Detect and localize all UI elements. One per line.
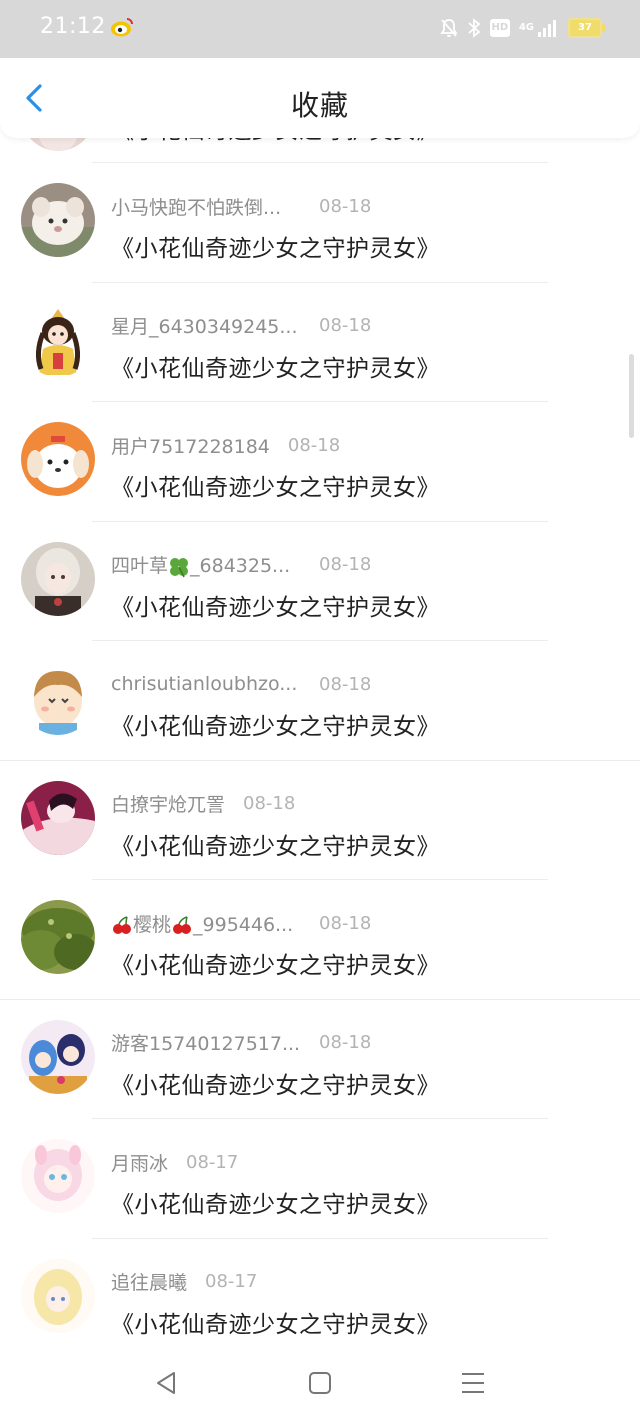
item-title: 《小花仙奇迹少女之守护灵女》: [111, 1192, 440, 1218]
item-date: 08-18: [319, 912, 372, 934]
user-name[interactable]: 小马快跑不怕跌倒...: [111, 193, 301, 220]
battery-level: 37: [578, 22, 592, 33]
avatar[interactable]: [21, 422, 95, 496]
cherry-icon: [113, 916, 131, 934]
item-title: 《小花仙奇迹少女之守护灵女》: [111, 714, 440, 740]
avatar[interactable]: [21, 1139, 95, 1213]
avatar[interactable]: [21, 302, 95, 377]
list-item[interactable]: 游客15740127517... 08-18 《小花仙奇迹少女之守护灵女》: [0, 1000, 640, 1119]
favorites-list: 《小花仙奇迹少女之守护灵女》 小马快跑不怕跌倒... 08-18 《小花仙奇迹少…: [0, 77, 640, 1359]
item-title: 《小花仙奇迹少女之守护灵女》: [111, 475, 440, 501]
user-name[interactable]: 樱桃 _995446...: [111, 910, 301, 937]
user-name[interactable]: 游客15740127517...: [111, 1029, 301, 1056]
item-date: 08-17: [205, 1271, 258, 1292]
item-title: 《小花仙奇迹少女之守护灵女》: [111, 594, 440, 621]
status-bar: 21:12 HD 4G 37: [0, 0, 640, 58]
list-item[interactable]: 四叶草 _684325... 08-18 《小花仙奇迹少女之守护灵女》: [0, 522, 640, 641]
item-date: 08-17: [186, 1151, 239, 1173]
bell-mute-icon: [440, 19, 458, 37]
four-leaf-clover-icon: [170, 557, 189, 577]
weibo-icon: [111, 18, 133, 37]
item-date: 08-18: [319, 315, 372, 336]
list-item[interactable]: 用户7517228184 08-18 《小花仙奇迹少女之守护灵女》: [0, 402, 640, 522]
list-item[interactable]: 追往晨曦 08-17 《小花仙奇迹少女之守护灵女》: [0, 1239, 640, 1359]
square-home-icon[interactable]: [305, 1368, 335, 1398]
scrollbar[interactable]: [629, 354, 634, 438]
item-date: 08-18: [319, 1032, 372, 1053]
bluetooth-icon: [468, 18, 481, 38]
item-title: 《小花仙奇迹少女之守护灵女》: [111, 1311, 440, 1338]
user-name[interactable]: 星月_6430349245...: [111, 312, 301, 339]
user-name[interactable]: 用户7517228184: [111, 432, 270, 459]
item-date: 08-18: [287, 434, 341, 456]
app-header: 收藏: [0, 58, 640, 138]
menu-lines-icon[interactable]: [458, 1368, 488, 1398]
item-date: 08-18: [319, 673, 372, 695]
hd-icon: HD: [489, 19, 510, 37]
list-item[interactable]: chrisutianloubhzo... 08-18 《小花仙奇迹少女之守护灵女…: [0, 641, 640, 761]
list-item[interactable]: 白撩宇炝兀詈 08-18 《小花仙奇迹少女之守护灵女》: [0, 761, 640, 880]
avatar[interactable]: [21, 541, 95, 616]
item-title: 《小花仙奇迹少女之守护灵女》: [111, 1072, 440, 1099]
triangle-back-icon[interactable]: [152, 1368, 182, 1398]
avatar[interactable]: [21, 183, 95, 257]
network-type: 4G: [518, 22, 534, 33]
avatar[interactable]: [21, 780, 95, 855]
list-item[interactable]: 星月_6430349245... 08-18 《小花仙奇迹少女之守护灵女》: [0, 283, 640, 402]
cherry-icon: [173, 916, 192, 934]
item-date: 08-18: [319, 554, 372, 575]
user-name[interactable]: 追往晨曦: [111, 1268, 187, 1295]
avatar[interactable]: [21, 1258, 95, 1333]
item-title: 《小花仙奇迹少女之守护灵女》: [111, 953, 440, 979]
avatar[interactable]: [21, 900, 95, 974]
page-title: 收藏: [290, 89, 349, 122]
item-title: 《小花仙奇迹少女之守护灵女》: [111, 236, 440, 262]
item-title: 《小花仙奇迹少女之守护灵女》: [111, 355, 440, 382]
list-item[interactable]: 小马快跑不怕跌倒... 08-18 《小花仙奇迹少女之守护灵女》: [0, 163, 640, 283]
item-title: 《小花仙奇迹少女之守护灵女》: [111, 833, 440, 860]
user-name[interactable]: 四叶草 _684325...: [111, 551, 301, 578]
status-time: 21:12: [40, 14, 106, 39]
user-name[interactable]: chrisutianloubhzo...: [111, 673, 301, 695]
battery-icon: 37: [568, 18, 605, 38]
list-item[interactable]: 月雨冰 08-17 《小花仙奇迹少女之守护灵女》: [0, 1119, 640, 1239]
item-date: 08-18: [319, 195, 372, 217]
list-item[interactable]: 樱桃 _995446... 08-18 《小花仙奇迹少女之守护灵女》: [0, 880, 640, 1000]
user-name[interactable]: 月雨冰: [111, 1149, 168, 1176]
system-nav-bar: [0, 1344, 640, 1422]
user-name[interactable]: 白撩宇炝兀詈: [111, 790, 225, 817]
avatar[interactable]: [21, 1019, 95, 1094]
signal-icon: [538, 20, 556, 37]
avatar[interactable]: [21, 661, 95, 735]
item-date: 08-18: [243, 793, 296, 814]
